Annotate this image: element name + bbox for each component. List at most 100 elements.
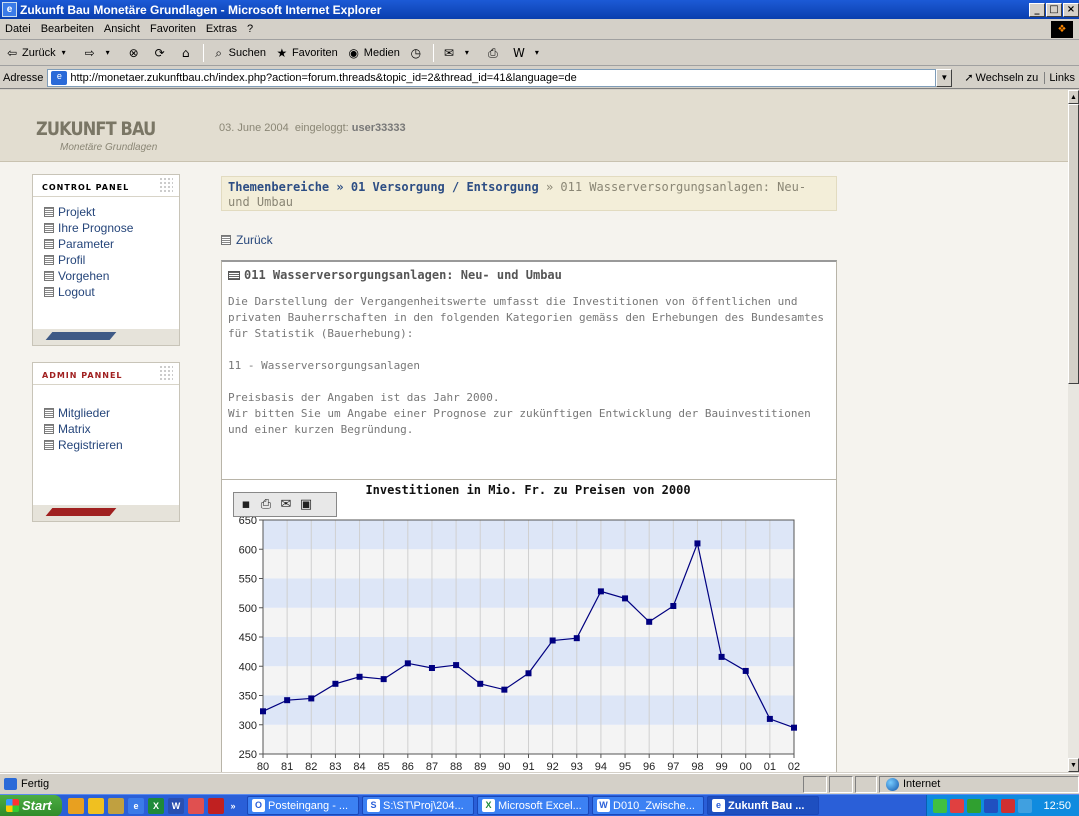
minimize-button[interactable]: _: [1029, 2, 1045, 17]
document-icon: [228, 270, 240, 280]
tray-icon-5[interactable]: [1001, 798, 1016, 813]
breadcrumb-versorgung[interactable]: 01 Versorgung / Entsorgung: [351, 180, 539, 194]
x-tick-label: 98: [691, 761, 703, 772]
address-dropdown[interactable]: ▼: [936, 68, 953, 87]
back-link[interactable]: Zurück: [221, 233, 273, 247]
start-button[interactable]: Start: [0, 794, 62, 816]
back-arrow-icon: ⇦: [6, 46, 18, 60]
tray-icon-6[interactable]: [1018, 798, 1033, 813]
system-tray: 12:50: [926, 794, 1079, 816]
data-point: [694, 540, 701, 547]
chevron-right-icon[interactable]: »: [228, 798, 238, 814]
excel-icon[interactable]: X: [148, 797, 164, 814]
quicklaunch-icon-2[interactable]: [88, 797, 104, 814]
print-icon[interactable]: ⎙: [258, 497, 274, 513]
forward-button[interactable]: ⇨ ▾: [78, 45, 122, 61]
address-bar: Adresse e http://monetaer.zukunftbau.ch/…: [0, 67, 1079, 89]
x-tick-label: 97: [667, 761, 679, 772]
search-button[interactable]: ⌕ Suchen: [207, 45, 270, 61]
menu-bearbeiten[interactable]: Bearbeiten: [36, 23, 99, 35]
chart-title: Investitionen in Mio. Fr. zu Preisen von…: [365, 483, 690, 497]
media-button[interactable]: ◉ Medien: [342, 45, 404, 61]
quicklaunch-icon-4[interactable]: [188, 797, 204, 814]
tray-icon-2[interactable]: [950, 798, 965, 813]
task-internet-explorer[interactable]: e Zukunft Bau ...: [707, 796, 819, 815]
save-icon[interactable]: ▪: [238, 497, 254, 513]
menu-ansicht[interactable]: Ansicht: [99, 23, 145, 35]
x-tick-label: 82: [305, 761, 317, 772]
control-panel-title: CONTROL PANEL: [33, 175, 179, 197]
site-logo[interactable]: ZUKUNFT BAU: [36, 118, 156, 140]
vertical-scrollbar[interactable]: ▲ ▼: [1068, 90, 1079, 772]
mail-button[interactable]: ✉ ▾: [437, 45, 481, 61]
task-outlook[interactable]: O Posteingang - ...: [247, 796, 359, 815]
favorites-button[interactable]: ★ Favoriten: [270, 45, 342, 61]
nav-profil[interactable]: Profil: [44, 252, 179, 268]
data-point: [356, 673, 363, 680]
menu-help[interactable]: ?: [242, 23, 258, 35]
maximize-button[interactable]: □: [1046, 2, 1062, 17]
menu-datei[interactable]: Datei: [0, 23, 36, 35]
x-tick-label: 91: [522, 761, 534, 772]
scroll-down-button[interactable]: ▼: [1068, 758, 1079, 772]
scroll-up-button[interactable]: ▲: [1068, 90, 1079, 104]
refresh-button[interactable]: ⟳: [148, 45, 174, 61]
nav-ihre-prognose[interactable]: Ihre Prognose: [44, 220, 179, 236]
site-header: ZUKUNFT BAU Monetäre Grundlagen 03. June…: [0, 90, 1068, 162]
acrobat-icon[interactable]: [208, 797, 224, 814]
data-point: [404, 660, 411, 667]
home-button[interactable]: ⌂: [174, 45, 200, 61]
site-logo-subtitle: Monetäre Grundlagen: [60, 142, 158, 153]
task-excel[interactable]: X Microsoft Excel...: [477, 796, 589, 815]
menu-extras[interactable]: Extras: [201, 23, 242, 35]
nav-logout[interactable]: Logout: [44, 284, 179, 300]
data-point: [453, 662, 460, 669]
title-bar[interactable]: e Zukunft Bau Monetäre Grundlagen - Micr…: [0, 0, 1079, 19]
history-button[interactable]: ◷: [404, 45, 430, 61]
x-tick-label: 92: [547, 761, 559, 772]
y-tick-label: 450: [239, 632, 257, 644]
tray-icon-4[interactable]: [984, 798, 999, 813]
mail-icon[interactable]: ✉: [278, 497, 294, 513]
address-label: Adresse: [3, 71, 44, 84]
breadcrumb-themenbereiche[interactable]: Themenbereiche: [228, 180, 329, 194]
data-point: [622, 595, 629, 602]
x-tick-label: 94: [595, 761, 607, 772]
nav-mitglieder[interactable]: Mitglieder: [44, 405, 179, 421]
tray-icon-3[interactable]: [967, 798, 982, 813]
breadcrumb-separator: »: [545, 180, 554, 194]
quicklaunch-icon-1[interactable]: [68, 797, 84, 814]
breadcrumb: Themenbereiche » 01 Versorgung / Entsorg…: [221, 176, 837, 211]
data-point: [718, 653, 725, 660]
media-icon: ◉: [348, 46, 360, 60]
edit-button[interactable]: W ▾: [507, 45, 551, 61]
go-button[interactable]: ➚ Wechseln zu: [958, 71, 1044, 84]
stop-button[interactable]: ⊗: [122, 45, 148, 61]
nav-matrix[interactable]: Matrix: [44, 421, 179, 437]
print-button[interactable]: ⎙: [481, 45, 507, 61]
nav-vorgehen[interactable]: Vorgehen: [44, 268, 179, 284]
task-explorer[interactable]: S S:\ST\Proj\204...: [362, 796, 474, 815]
scroll-thumb[interactable]: [1068, 104, 1079, 384]
word-icon[interactable]: W: [168, 797, 184, 814]
menu-favoriten[interactable]: Favoriten: [145, 23, 201, 35]
tray-icon-1[interactable]: [933, 798, 948, 813]
control-panel: CONTROL PANEL Projekt Ihre Prognose Para…: [32, 174, 180, 346]
nav-parameter[interactable]: Parameter: [44, 236, 179, 252]
dots-pattern-icon: [159, 177, 173, 193]
nav-registrieren[interactable]: Registrieren: [44, 437, 179, 453]
back-button[interactable]: ⇦ Zurück ▾: [0, 45, 78, 61]
close-button[interactable]: ×: [1063, 2, 1079, 17]
nav-projekt[interactable]: Projekt: [44, 204, 179, 220]
address-input[interactable]: e http://monetaer.zukunftbau.ch/index.ph…: [47, 68, 937, 87]
task-word[interactable]: W D010_Zwische...: [592, 796, 704, 815]
admin-panel-menu: Mitglieder Matrix Registrieren: [33, 385, 179, 453]
quicklaunch-icon-3[interactable]: [108, 797, 124, 814]
links-button[interactable]: Links: [1044, 71, 1079, 84]
image-icon[interactable]: ▣: [298, 497, 314, 513]
x-tick-label: 86: [402, 761, 414, 772]
data-point: [428, 665, 435, 672]
refresh-icon: ⟳: [154, 46, 165, 60]
dropdown-icon: ▾: [61, 48, 66, 57]
ie-icon[interactable]: e: [128, 797, 144, 814]
